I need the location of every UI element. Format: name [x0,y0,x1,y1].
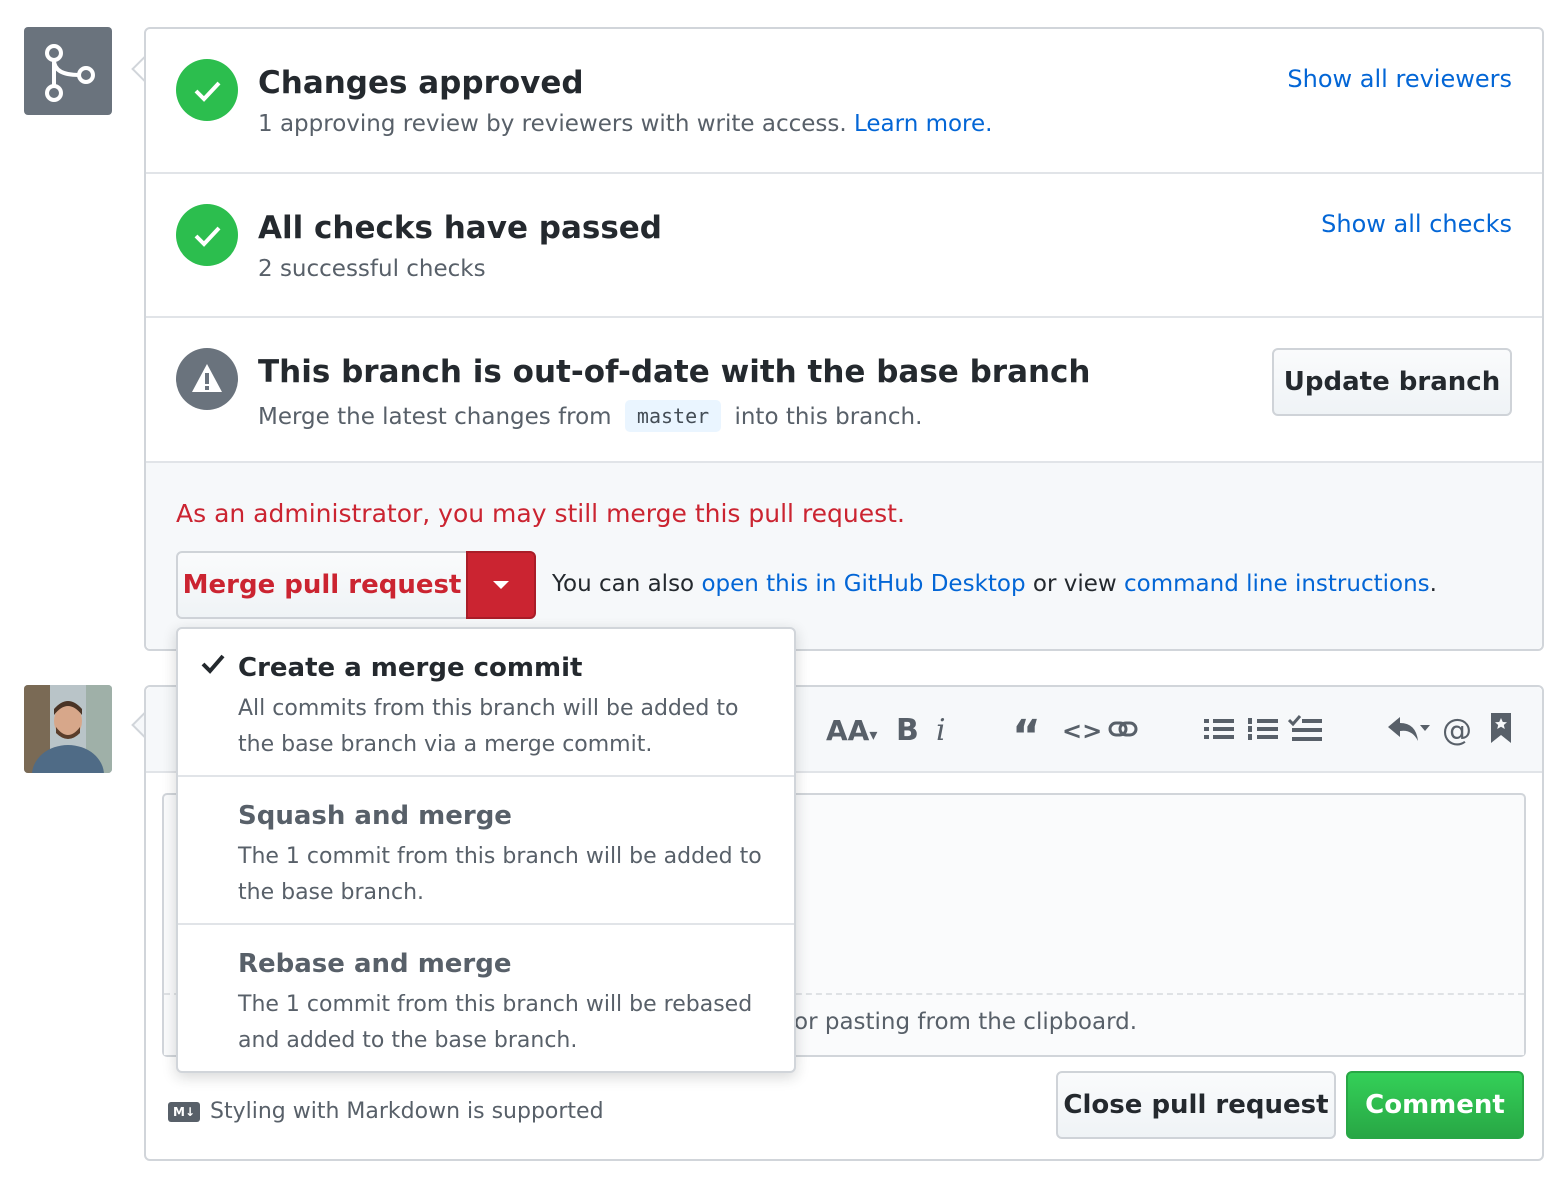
comment-button[interactable]: Comment [1346,1071,1524,1139]
merge-option-title: Squash and merge [238,801,512,831]
heading-label: AA [826,714,870,747]
alert-icon [176,348,238,410]
checks-section: All checks have passed 2 successful chec… [146,174,1542,318]
merge-method-dropdown-button[interactable] [466,551,536,619]
also-mid: or view [1032,571,1117,597]
check-icon [200,651,226,681]
heading-button[interactable]: AA▾ [826,711,877,751]
avatar[interactable] [24,685,112,773]
checks-subtitle: 2 successful checks [258,256,486,282]
merge-pull-request-button[interactable]: Merge pull request [176,551,468,619]
also-post: . [1429,571,1437,597]
check-circle-icon [176,204,238,266]
drop-hint: or pasting from the clipboard. [794,1009,1138,1035]
reply-icon[interactable] [1386,711,1432,751]
mention-button[interactable]: @ [1442,711,1472,751]
link-icon[interactable] [1106,711,1140,751]
alternative-merge-text: You can also open this in GitHub Desktop… [552,571,1437,597]
also-pre: You can also [552,571,695,597]
admin-message: As an administrator, you may still merge… [176,499,905,528]
outdated-section: This branch is out-of-date with the base… [146,318,1542,463]
italic-button[interactable]: i [936,711,946,751]
merge-option-create-merge-commit[interactable]: Create a merge commit All commits from t… [178,629,794,777]
bookmark-icon[interactable] [1490,711,1512,751]
show-all-reviewers-link[interactable]: Show all reviewers [1287,65,1512,93]
approved-section: Changes approved 1 approving review by r… [146,29,1542,174]
approved-subtitle: 1 approving review by reviewers with wri… [258,111,992,137]
triangle-down-icon: ▾ [869,725,878,744]
command-line-instructions-link[interactable]: command line instructions [1124,571,1430,597]
merge-option-rebase[interactable]: Rebase and merge The 1 commit from this … [178,925,794,1073]
check-circle-icon [176,59,238,121]
task-list-icon[interactable] [1287,711,1324,751]
admin-merge-section: As an administrator, you may still merge… [146,463,1542,649]
learn-more-link[interactable]: Learn more. [854,111,992,137]
merge-status-box: Changes approved 1 approving review by r… [144,27,1544,651]
github-desktop-link[interactable]: open this in GitHub Desktop [701,571,1025,597]
close-pull-request-button[interactable]: Close pull request [1056,1071,1336,1139]
checks-title: All checks have passed [258,210,662,246]
base-branch-name: master [624,400,722,432]
markdown-note-text: Styling with Markdown is supported [210,1099,604,1124]
merge-option-title: Create a merge commit [238,653,583,683]
bold-button[interactable]: B [896,711,919,751]
code-button[interactable]: <> [1062,711,1102,751]
update-branch-button[interactable]: Update branch [1272,348,1512,416]
show-all-checks-link[interactable]: Show all checks [1321,210,1512,238]
merge-method-menu: Create a merge commit All commits from t… [176,627,796,1073]
outdated-title: This branch is out-of-date with the base… [258,354,1091,390]
approved-title: Changes approved [258,65,584,101]
triangle-down-icon [493,581,509,589]
quote-button[interactable]: “ [1012,711,1041,762]
git-merge-icon [24,27,112,115]
markdown-note[interactable]: M↓ Styling with Markdown is supported [168,1099,604,1124]
markdown-icon: M↓ [168,1101,200,1122]
unordered-list-icon[interactable] [1204,711,1234,751]
outdated-subtitle-post: into this branch. [734,404,923,430]
outdated-subtitle: Merge the latest changes from master int… [258,400,922,432]
merge-option-description: All commits from this branch will be add… [238,696,739,757]
merge-option-squash[interactable]: Squash and merge The 1 commit from this … [178,777,794,925]
merge-option-description: The 1 commit from this branch will be re… [238,992,753,1053]
outdated-subtitle-pre: Merge the latest changes from [258,404,612,430]
approved-subtitle-text: 1 approving review by reviewers with wri… [258,111,847,137]
ordered-list-icon[interactable] [1248,711,1278,751]
merge-option-title: Rebase and merge [238,949,512,979]
merge-option-description: The 1 commit from this branch will be ad… [238,844,762,905]
